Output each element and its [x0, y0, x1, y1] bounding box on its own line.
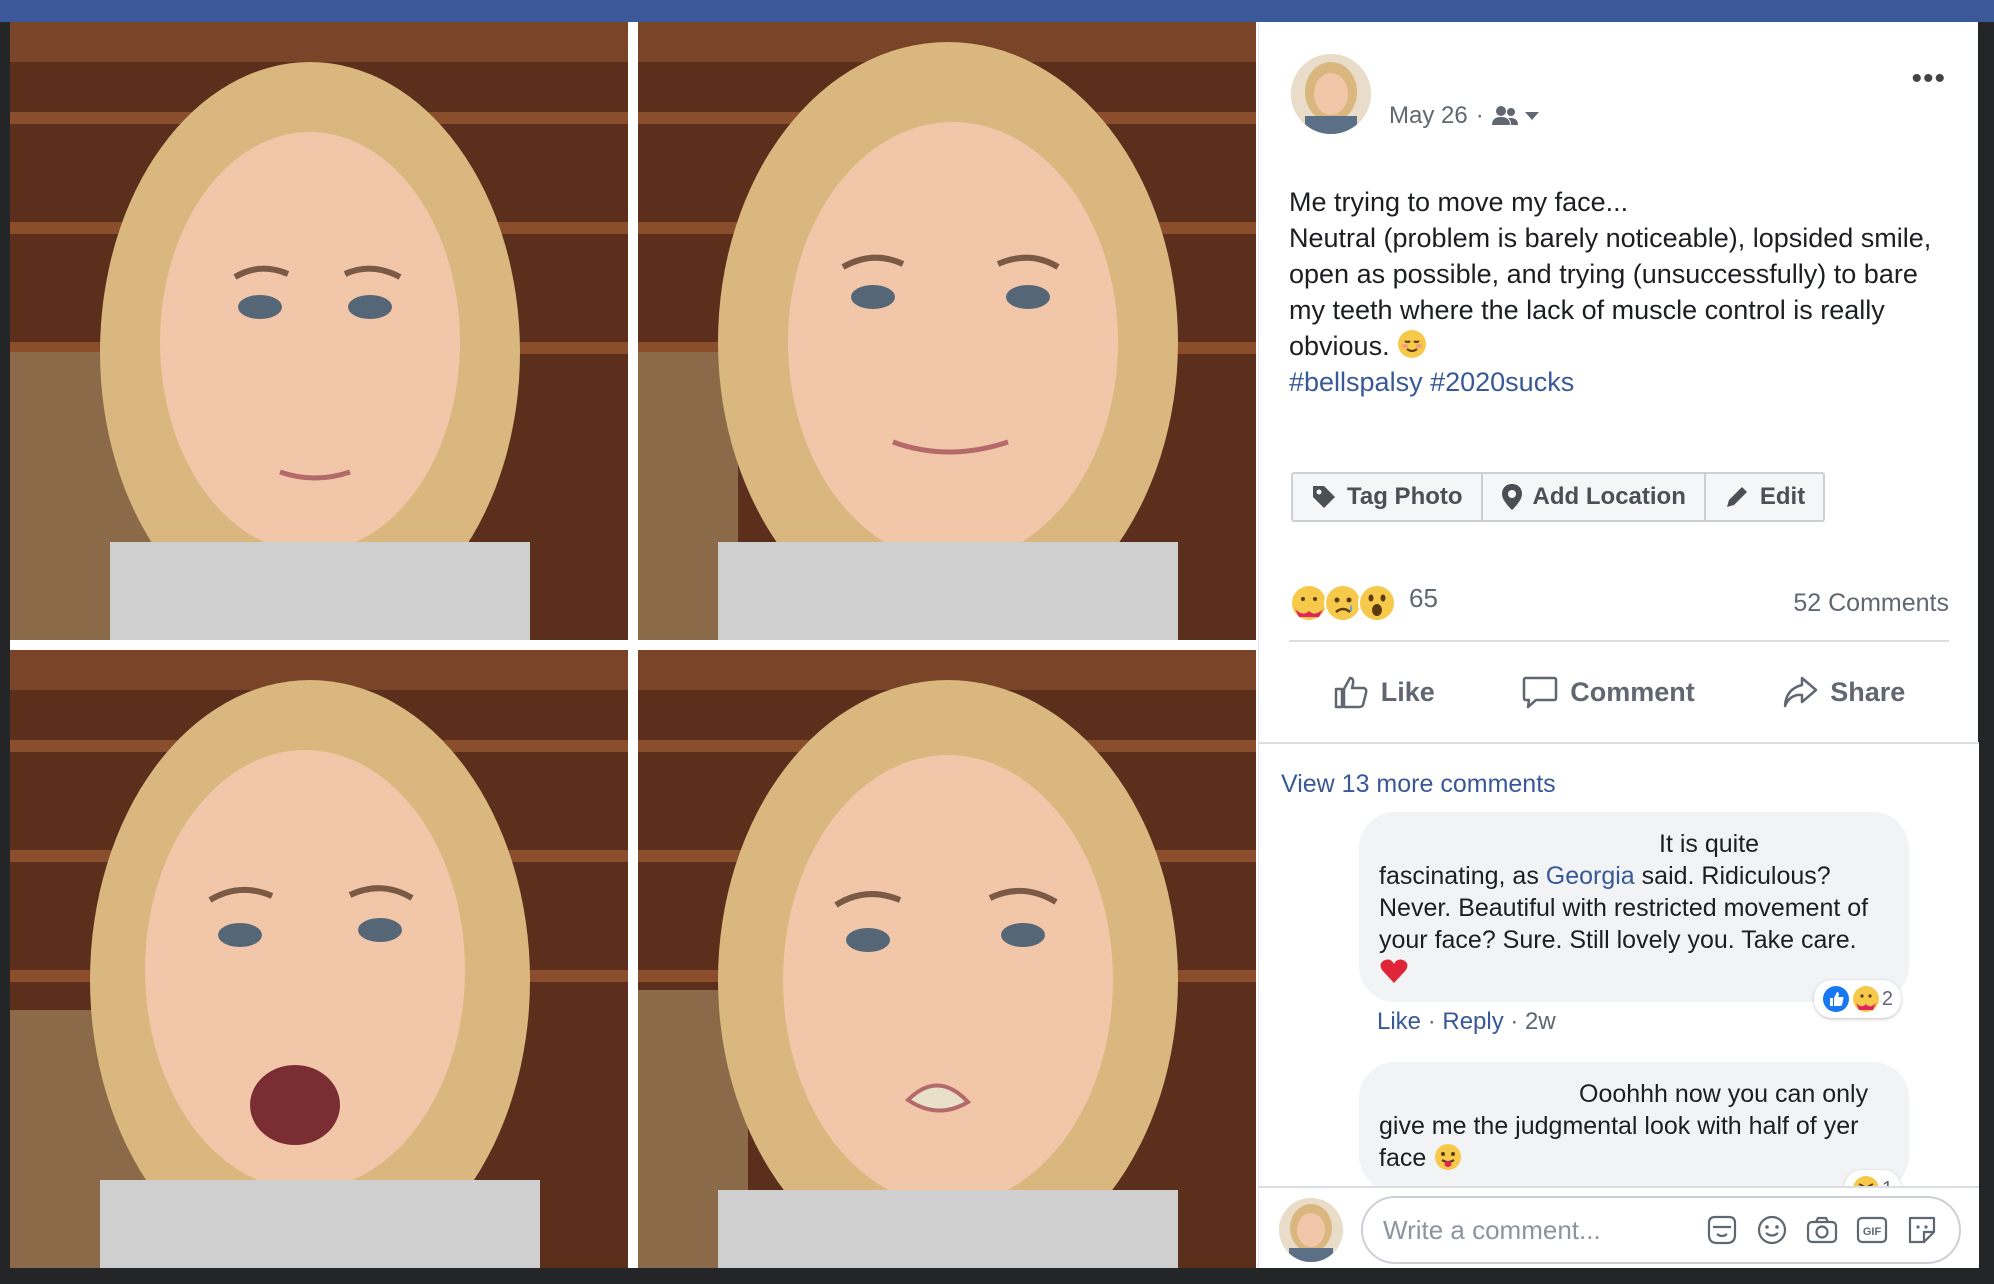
tag-photo-label: Tag Photo: [1347, 483, 1463, 510]
svg-text:GIF: GIF: [1863, 1226, 1882, 1238]
comment-actions: Like · Reply · 2w: [1377, 1008, 1556, 1036]
comment-reaction-count: 1: [1882, 1173, 1893, 1186]
avatar-image: [1291, 54, 1371, 134]
reaction-count[interactable]: 65: [1409, 583, 1449, 623]
action-separator: ·: [1503, 1008, 1526, 1035]
post-text-line1: Me trying to move my face...: [1289, 187, 1629, 217]
post-date[interactable]: May 26: [1389, 102, 1468, 130]
photo-collage[interactable]: [10, 22, 1258, 1268]
like-reaction-icon: [1822, 986, 1849, 1012]
tag-icon: [1313, 486, 1335, 508]
face-photo-4: [638, 650, 1256, 1268]
wow-icon: [1357, 583, 1397, 623]
photo-lopsided-smile: [638, 22, 1256, 640]
post-hashtags: #bellspalsy #2020sucks: [1289, 364, 1949, 400]
share-label: Share: [1830, 676, 1906, 707]
post-text: Me trying to move my face... Neutral (pr…: [1289, 184, 1949, 400]
photo-bared-teeth: [638, 650, 1256, 1268]
share-icon: [1783, 676, 1818, 708]
edit-label: Edit: [1759, 483, 1806, 510]
comment-input[interactable]: Write a comment... GIF: [1361, 1196, 1961, 1264]
hashtag-2020sucks[interactable]: #2020sucks: [1430, 367, 1574, 397]
friends-icon: [1491, 106, 1518, 125]
post-text-body: Neutral (problem is barely noticeable), …: [1289, 223, 1932, 361]
comment-reply-link[interactable]: Reply: [1442, 1008, 1503, 1035]
divider: [1289, 640, 1949, 642]
top-navigation-bar: [0, 0, 1994, 22]
pencil-icon: [1726, 487, 1747, 507]
more-options-icon[interactable]: •••: [1911, 62, 1946, 96]
comment-reactions[interactable]: 1: [1843, 1170, 1901, 1186]
chevron-down-icon: [1524, 112, 1539, 120]
tag-photo-button[interactable]: Tag Photo: [1293, 474, 1483, 520]
edit-button[interactable]: Edit: [1706, 474, 1823, 520]
post-metadata: May 26 ·: [1389, 102, 1540, 130]
avatar-image: [1279, 1198, 1343, 1262]
comment-button[interactable]: Comment: [1522, 674, 1695, 710]
comment-reaction-count: 2: [1881, 988, 1893, 1010]
face-photo-3: [10, 650, 628, 1268]
comment-icon: [1522, 676, 1558, 709]
haha-reaction-icon: [1853, 1176, 1879, 1186]
gif-icon[interactable]: GIF: [1855, 1213, 1889, 1247]
sticker-icon[interactable]: [1905, 1213, 1939, 1247]
photo-neutral-face: [10, 22, 628, 640]
comment-composer: Write a comment... GIF: [1259, 1186, 1979, 1268]
photo-open-mouth: [10, 650, 628, 1268]
comment-input-placeholder: Write a comment...: [1383, 1214, 1601, 1245]
reactions-summary: 65 52 Comments: [1289, 578, 1949, 628]
comment-like-link[interactable]: Like: [1377, 1008, 1421, 1035]
add-location-button[interactable]: Add Location: [1483, 474, 1706, 520]
avatar-sticker-icon[interactable]: [1705, 1213, 1739, 1247]
action-separator: ·: [1421, 1008, 1443, 1035]
face-photo-2: [638, 22, 1256, 640]
like-button[interactable]: Like: [1333, 674, 1435, 710]
care-reaction-icon: [1852, 986, 1879, 1012]
view-more-comments-link[interactable]: View 13 more comments: [1281, 770, 1556, 799]
camera-icon[interactable]: [1805, 1213, 1839, 1247]
photo-actions-bar: Tag Photo Add Location Edit: [1291, 472, 1826, 522]
meta-separator: ·: [1475, 102, 1484, 129]
heart-emoji: [1380, 959, 1408, 983]
tongue-face-emoji: [1435, 1144, 1462, 1170]
facebook-photo-viewer: ••• May 26 · Me trying to move my face..…: [0, 0, 1994, 1284]
location-pin-icon: [1501, 484, 1522, 510]
comment-bubble: Ooohhh now you can only give me the judg…: [1359, 1062, 1909, 1186]
comment-label: Comment: [1570, 676, 1695, 707]
audience-selector[interactable]: [1491, 105, 1540, 127]
add-location-label: Add Location: [1532, 483, 1686, 510]
hashtag-bellspalsy[interactable]: #bellspalsy: [1289, 367, 1423, 397]
comments-count-link[interactable]: 52 Comments: [1793, 589, 1949, 618]
comment-reactions[interactable]: 2: [1813, 980, 1901, 1018]
relieved-face-emoji: [1398, 330, 1427, 358]
post-panel: ••• May 26 · Me trying to move my face..…: [1258, 22, 1979, 1268]
share-button[interactable]: Share: [1782, 674, 1905, 710]
face-photo-1: [10, 22, 628, 640]
comments-section: View 13 more comments It is quite fascin…: [1259, 744, 1979, 1186]
mention-link[interactable]: Georgia: [1546, 862, 1635, 890]
comment-bubble: It is quite fascinating, as Georgia said…: [1359, 812, 1909, 1018]
comment-timestamp[interactable]: 2w: [1525, 1008, 1556, 1035]
post-action-bar: Like Comment Share: [1289, 662, 1949, 722]
author-avatar[interactable]: [1291, 54, 1371, 134]
current-user-avatar[interactable]: [1279, 1198, 1343, 1262]
thumbs-up-icon: [1334, 676, 1368, 709]
emoji-icon[interactable]: [1755, 1213, 1789, 1247]
reaction-icons[interactable]: 65: [1289, 583, 1443, 623]
like-label: Like: [1380, 676, 1435, 707]
